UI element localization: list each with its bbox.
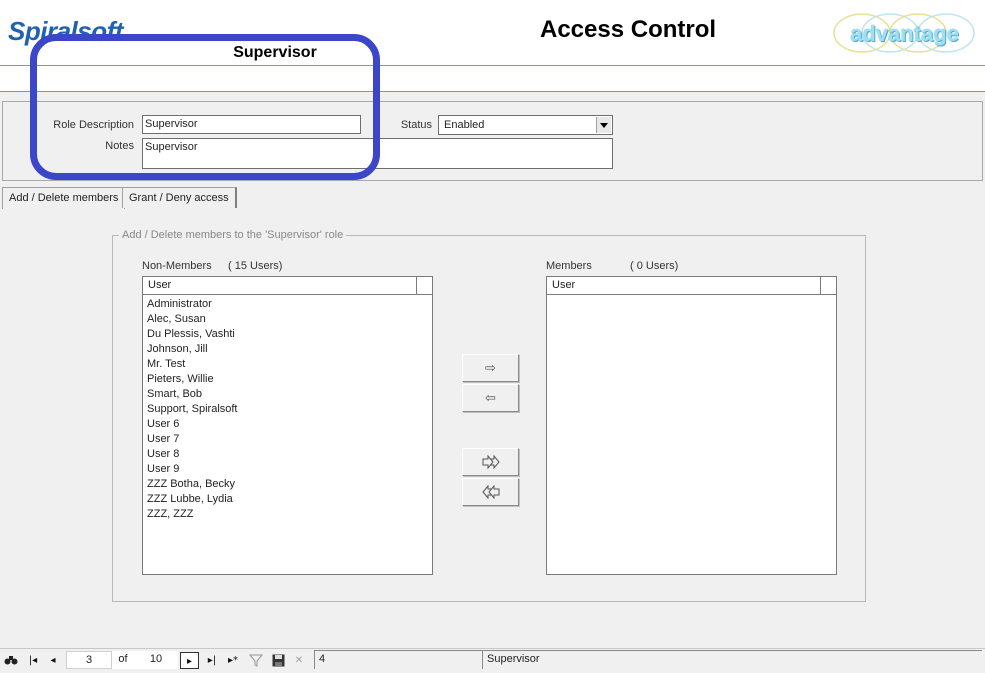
list-item[interactable]: Mr. Test xyxy=(147,357,432,372)
list-item[interactable]: User 9 xyxy=(147,462,432,477)
tab-add-delete-members[interactable]: Add / Delete members xyxy=(2,187,126,209)
list-item[interactable]: Administrator xyxy=(147,297,432,312)
remove-all-members-button[interactable] xyxy=(462,478,519,506)
status-value: Enabled xyxy=(444,119,485,131)
members-label: Members xyxy=(546,260,592,272)
list-item[interactable]: ZZZ, ZZZ xyxy=(147,507,432,522)
arrow-right-icon: ⇨ xyxy=(485,361,496,376)
list-item[interactable]: Alec, Susan xyxy=(147,312,432,327)
highlight-box xyxy=(30,34,380,180)
of-label: of xyxy=(112,651,134,669)
double-arrow-left-icon xyxy=(481,484,499,500)
non-members-items: Administrator Alec, Susan Du Plessis, Vash… xyxy=(147,297,432,522)
total-records: 10 xyxy=(134,651,178,669)
current-record-input[interactable]: 3 xyxy=(66,651,112,669)
save-icon[interactable] xyxy=(269,652,287,669)
page-title: Access Control xyxy=(540,16,717,43)
list-item[interactable]: Du Plessis, Vashti xyxy=(147,327,432,342)
list-item[interactable]: User 6 xyxy=(147,417,432,432)
members-count: ( 0 Users) xyxy=(630,260,679,272)
non-members-list[interactable]: User Administrator Alec, Susan Du Plessis,… xyxy=(142,276,433,575)
members-list[interactable]: User xyxy=(546,276,837,575)
tab-grant-deny-access[interactable]: Grant / Deny access xyxy=(122,187,237,208)
remove-member-button[interactable]: ⇦ xyxy=(462,384,519,412)
list-header: User xyxy=(143,277,432,295)
list-header: User xyxy=(547,277,836,295)
list-item[interactable]: User 7 xyxy=(147,432,432,447)
list-item[interactable]: Smart, Bob xyxy=(147,387,432,402)
record-number-field: 4 xyxy=(314,650,482,669)
list-item[interactable]: Johnson, Jill xyxy=(147,342,432,357)
status-bar-text: Supervisor xyxy=(482,650,982,669)
advantage-logo: advantage xyxy=(832,12,977,54)
tab-strip: Add / Delete members Grant / Deny access xyxy=(0,187,985,209)
last-record-icon[interactable]: ▸| xyxy=(203,652,221,669)
status-label: Status xyxy=(400,119,432,131)
add-all-members-button[interactable] xyxy=(462,448,519,476)
status-select[interactable]: Enabled xyxy=(438,115,613,135)
non-members-count: ( 15 Users) xyxy=(228,260,283,272)
cancel-icon[interactable]: ✕ xyxy=(290,652,308,669)
dropdown-arrow-icon[interactable] xyxy=(596,117,611,133)
new-record-icon[interactable]: ▸* xyxy=(224,652,242,669)
previous-record-icon[interactable]: ◂ xyxy=(44,652,62,669)
add-member-button[interactable]: ⇨ xyxy=(462,354,519,382)
column-header-user[interactable]: User xyxy=(143,277,417,294)
brand-text: advantage xyxy=(850,21,959,46)
next-record-icon[interactable]: ▸ xyxy=(180,652,199,669)
column-header-filler xyxy=(416,277,432,294)
filter-icon[interactable] xyxy=(247,652,265,669)
list-item[interactable]: Pieters, Willie xyxy=(147,372,432,387)
list-item[interactable]: Support, Spiralsoft xyxy=(147,402,432,417)
list-item[interactable]: User 8 xyxy=(147,447,432,462)
first-record-icon[interactable]: |◂ xyxy=(24,652,42,669)
arrow-left-icon: ⇦ xyxy=(485,391,496,406)
non-members-label: Non-Members xyxy=(142,260,212,272)
column-header-user[interactable]: User xyxy=(547,277,821,294)
find-icon[interactable] xyxy=(2,652,20,669)
list-item[interactable]: ZZZ Botha, Becky xyxy=(147,477,432,492)
list-item[interactable]: ZZZ Lubbe, Lydia xyxy=(147,492,432,507)
double-arrow-right-icon xyxy=(482,454,500,470)
members-group-legend: Add / Delete members to the 'Supervisor'… xyxy=(119,229,347,241)
column-header-filler xyxy=(820,277,836,294)
